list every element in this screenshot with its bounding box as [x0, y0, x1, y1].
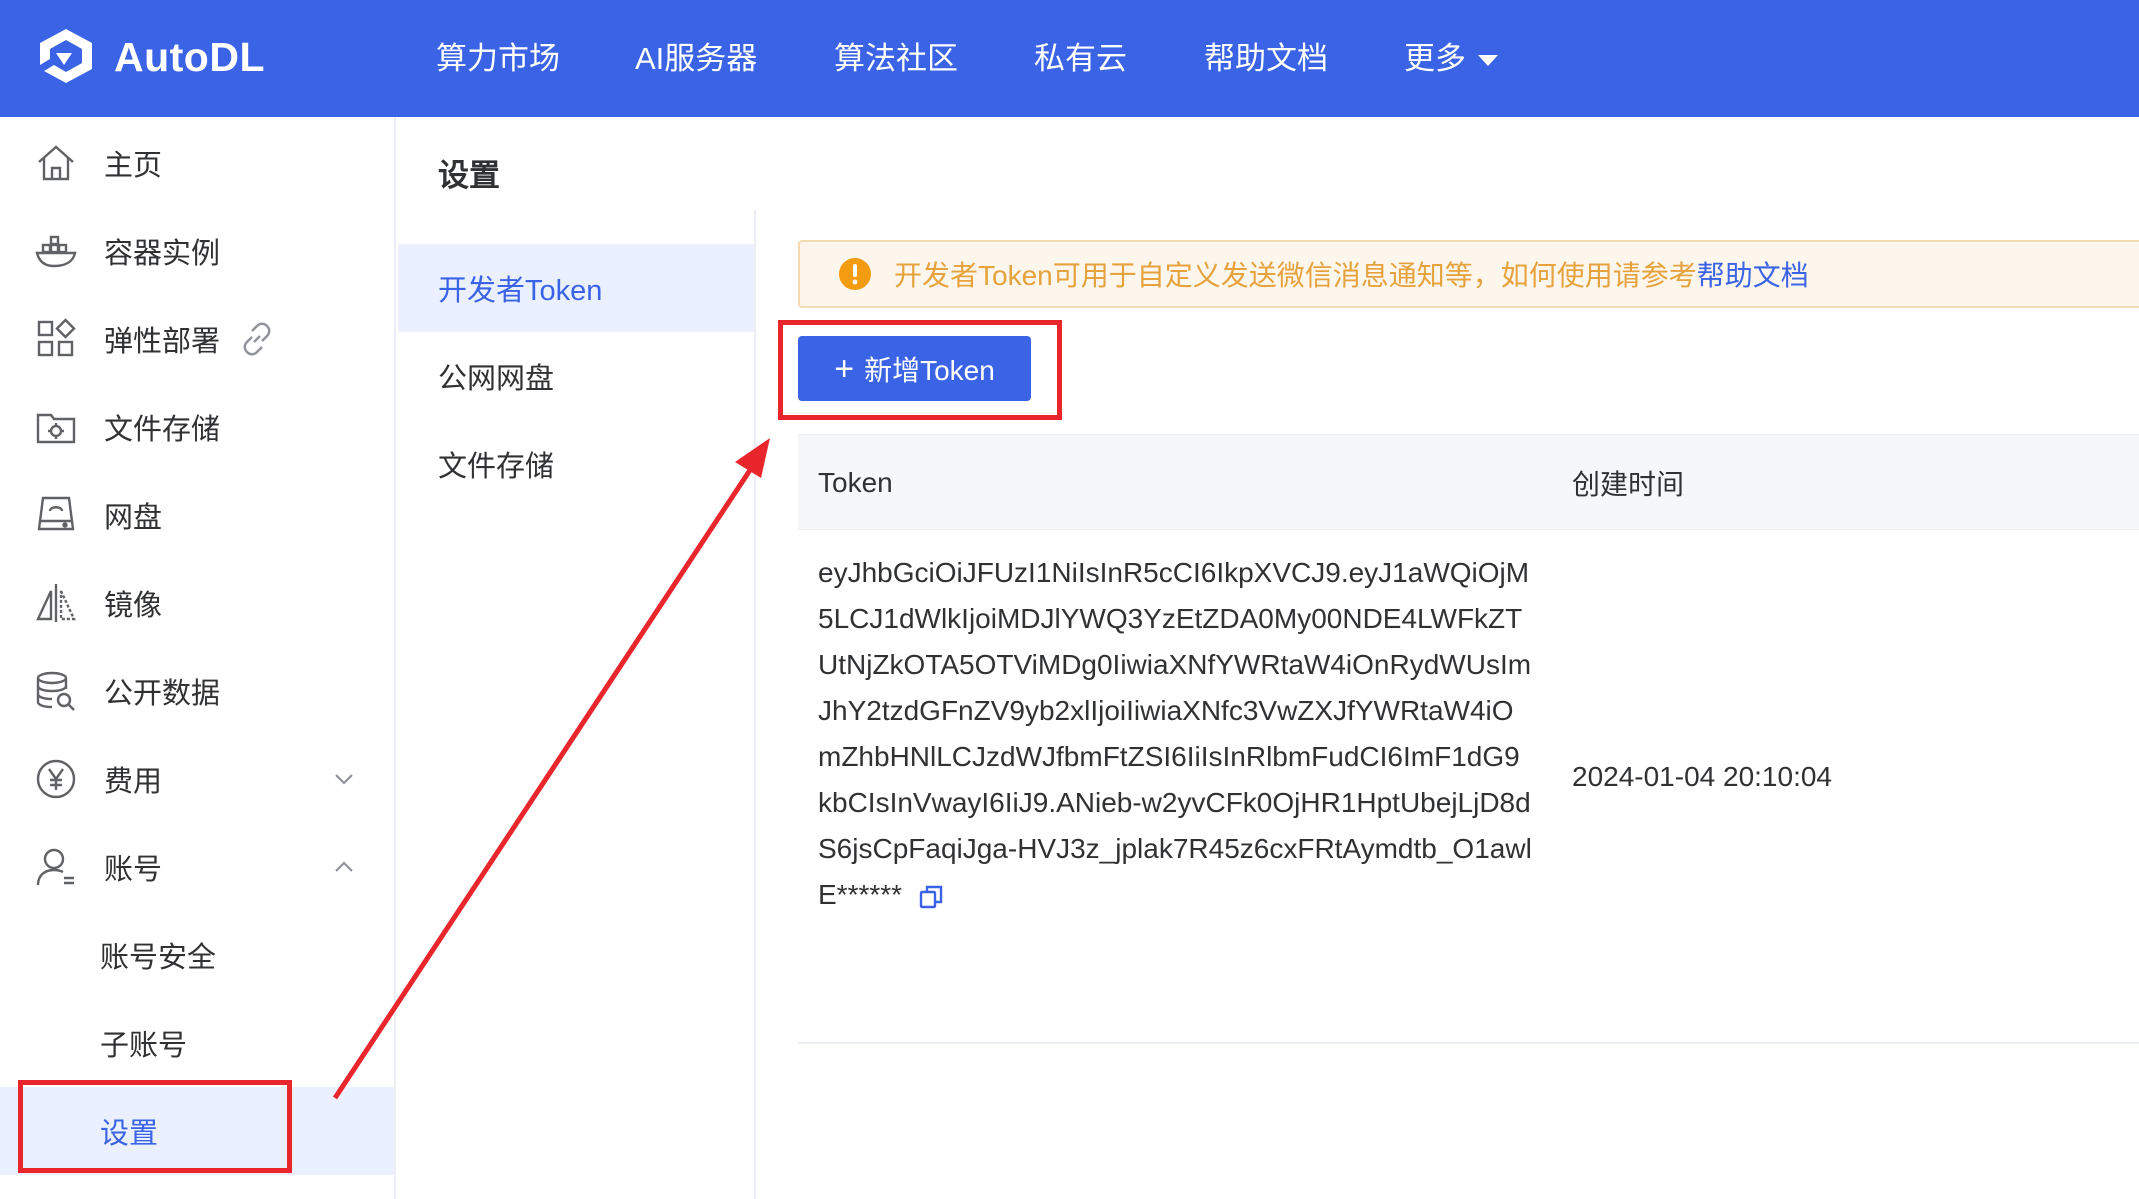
alert-text: 开发者Token可用于自定义发送微信消息通知等，如何使用请参考帮助文档 [894, 254, 1809, 294]
container-ship-icon [35, 235, 77, 268]
add-token-button[interactable]: + 新增Token [798, 336, 1031, 401]
sidebar-item-sub-accounts[interactable]: 子账号 [0, 999, 394, 1087]
logo-text: AutoDL [114, 33, 266, 80]
chevron-up-icon [335, 861, 353, 872]
nav-compute-market[interactable]: 算力市场 [436, 36, 560, 82]
subnav-developer-token[interactable]: 开发者Token [398, 244, 754, 332]
sidebar-item-label: 容器实例 [104, 238, 221, 270]
autodl-logo-icon [40, 29, 92, 83]
token-masked-tail: E****** [818, 879, 903, 910]
mirror-icon [36, 584, 76, 622]
column-header-created-at: 创建时间 [1572, 469, 1685, 500]
sidebar-item-label: 文件存储 [104, 414, 221, 446]
sidebar-item-container-instances[interactable]: 容器实例 [0, 207, 394, 295]
token-line: 5LCJ1dWlkIjoiMDJlYWQ3YzEtZDA0My00NDE4LWF… [818, 603, 1523, 634]
disk-icon [37, 496, 75, 531]
plus-icon: + [834, 349, 855, 388]
link-icon [243, 322, 271, 356]
sidebar-item-label: 设置 [100, 1118, 159, 1150]
sidebar-item-label: 账号安全 [100, 942, 217, 974]
sidebar-item-settings[interactable]: 设置 [0, 1087, 394, 1175]
sidebar-item-label: 镜像 [104, 590, 163, 622]
yen-icon [36, 759, 76, 799]
nav-label: 帮助文档 [1204, 41, 1328, 76]
nav-ai-server[interactable]: AI服务器 [635, 36, 757, 82]
sidebar-item-file-storage[interactable]: 文件存储 [0, 383, 394, 471]
nav-label: 算法社区 [834, 41, 958, 76]
nav-label: 更多 [1404, 41, 1466, 76]
sidebar-item-label: 账号 [104, 854, 163, 886]
nav-algorithm-community[interactable]: 算法社区 [834, 36, 958, 82]
subnav-file-storage[interactable]: 文件存储 [398, 420, 754, 508]
sidebar-item-label: 子账号 [100, 1030, 188, 1062]
subnav-public-netdisk[interactable]: 公网网盘 [398, 332, 754, 420]
alert-message: 开发者Token可用于自定义发送微信消息通知等，如何使用请参考 [894, 260, 1697, 291]
sidebar-item-home[interactable]: 主页 [0, 119, 394, 207]
nav-label: 私有云 [1034, 41, 1127, 76]
token-table: Token 创建时间 eyJhbGciOiJFUzI1NiIsInR5cCI6I… [798, 434, 2139, 1044]
token-line: kbCIsInVwayI6IiJ9.ANieb-w2yvCFk0OjHR1Hpt… [818, 787, 1531, 818]
top-header: AutoDL 算力市场 AI服务器 算法社区 私有云 帮助文档 更多 [0, 0, 2139, 117]
token-line: eyJhbGciOiJFUzI1NiIsInR5cCI6IkpXVCJ9.eyJ… [818, 557, 1530, 588]
sidebar: 主页 容器实例 弹性部署 文件存储 网盘 镜像 公开数据 费用 账号 账号安全 [0, 117, 396, 1199]
sidebar-item-elastic-deploy[interactable]: 弹性部署 [0, 295, 394, 383]
folder-gear-icon [36, 413, 76, 444]
table-header: Token 创建时间 [798, 434, 2139, 530]
sidebar-item-public-data[interactable]: 公开数据 [0, 647, 394, 735]
token-line: JhY2tzdGFnZV9yb2xlIjoiIiwiaXNfc3VwZXJfYW… [818, 695, 1514, 726]
logo[interactable]: AutoDL [34, 24, 265, 90]
token-line-last: E****** [818, 872, 1538, 918]
grid-icon [37, 318, 76, 357]
token-line: S6jsCpFaqiJga-HVJ3z_jplak7R45z6cxFRtAymd… [818, 833, 1532, 864]
created-at-cell: 2024-01-04 20:10:04 [1572, 761, 1832, 792]
home-icon [38, 145, 74, 181]
chevron-down-icon [335, 774, 353, 785]
sidebar-item-account[interactable]: 账号 [0, 823, 394, 911]
nav-help-docs[interactable]: 帮助文档 [1204, 36, 1328, 82]
sidebar-item-netdisk[interactable]: 网盘 [0, 471, 394, 559]
nav-private-cloud[interactable]: 私有云 [1034, 36, 1127, 82]
add-token-label: 新增Token [864, 354, 995, 386]
nav-label: 算力市场 [436, 41, 560, 76]
token-line: UtNjZkOTA5OTViMDg0IiwiaXNfYWRtaW4iOnRydW… [818, 649, 1532, 680]
copy-icon[interactable] [918, 884, 944, 910]
nav-more-dropdown[interactable]: 更多 [1404, 36, 1498, 82]
sidebar-item-label: 公开数据 [104, 678, 221, 710]
sidebar-item-account-security[interactable]: 账号安全 [0, 911, 394, 999]
help-docs-link[interactable]: 帮助文档 [1697, 260, 1809, 291]
user-icon [36, 848, 74, 886]
sidebar-item-label: 网盘 [104, 502, 163, 534]
table-row: eyJhbGciOiJFUzI1NiIsInR5cCI6IkpXVCJ9.eyJ… [798, 530, 2139, 1044]
sidebar-item-images[interactable]: 镜像 [0, 559, 394, 647]
caret-down-icon [1478, 55, 1498, 67]
token-line: mZhbHNlLCJzdWJfbmFtZSI6IiIsInRlbmFudCI6I… [818, 741, 1520, 772]
page-title: 设置 [438, 158, 500, 193]
sidebar-item-label: 费用 [104, 766, 163, 798]
sidebar-item-billing[interactable]: 费用 [0, 735, 394, 823]
info-alert: 开发者Token可用于自定义发送微信消息通知等，如何使用请参考帮助文档 [798, 240, 2139, 308]
warning-icon [839, 258, 871, 290]
settings-subnav: 开发者Token 公网网盘 文件存储 [398, 210, 756, 1199]
nav-label: AI服务器 [635, 41, 758, 76]
sidebar-item-label: 弹性部署 [104, 326, 221, 358]
database-icon [36, 671, 75, 711]
token-value: eyJhbGciOiJFUzI1NiIsInR5cCI6IkpXVCJ9.eyJ… [818, 550, 1538, 918]
column-header-token: Token [818, 467, 893, 498]
sidebar-item-label: 主页 [104, 150, 163, 182]
